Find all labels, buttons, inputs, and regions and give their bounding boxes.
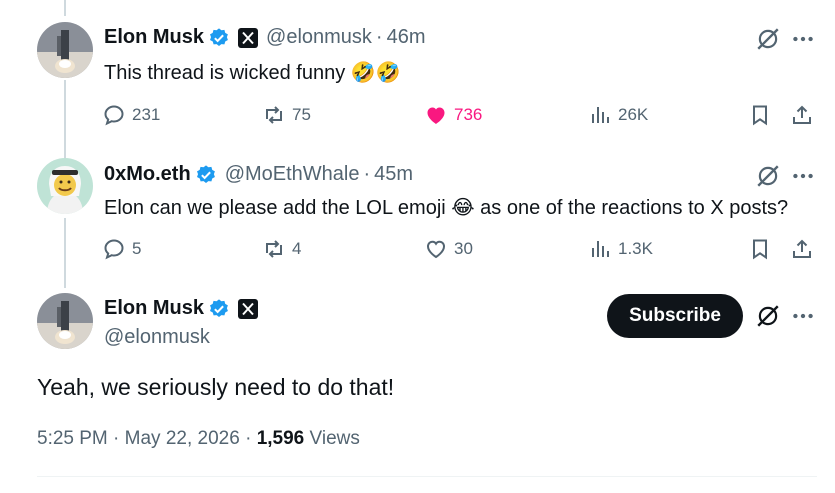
handle-row: @elonmusk [104,326,210,349]
heart-icon [426,240,446,259]
repost-button[interactable]: 4 [262,234,301,264]
grok-icon[interactable] [755,303,781,329]
views-count: 1,596 [256,428,305,449]
more-icon[interactable] [790,26,816,52]
tweet-header: 0xMo.eth @MoEthWhale · 45m [104,163,413,186]
views-button[interactable]: 26K [588,100,648,130]
separator-dot: · [113,428,125,449]
reply-icon [104,239,124,260]
tweet-header: Elon Musk @elonmusk · 46m [104,26,426,49]
tweet-meta: 5:25 PM · May 22, 2026 · 1,596 Views [37,428,360,450]
handle[interactable]: @elonmusk [104,326,210,349]
display-name[interactable]: Elon Musk [104,297,204,320]
subscribe-button[interactable]: Subscribe [607,294,743,338]
views-count: 26K [618,105,649,124]
views-label: Views [309,428,360,449]
like-button[interactable]: 736 [424,100,482,130]
repost-icon [266,240,282,258]
reply-button[interactable]: 231 [102,100,160,130]
more-icon[interactable] [790,163,816,189]
reply-count: 231 [132,105,161,124]
share-icon[interactable] [790,237,814,261]
share-icon[interactable] [790,103,814,127]
reply-button[interactable]: 5 [102,234,141,264]
grok-icon[interactable] [755,163,781,189]
thread-line-1 [64,80,66,158]
more-icon[interactable] [790,303,816,329]
tweet-text: Elon can we please add the LOL emoji 😂 a… [104,197,789,219]
verified-badge-icon [196,164,215,183]
handle[interactable]: @elonmusk [266,26,372,49]
x-affiliation-icon [238,27,259,48]
like-count: 736 [454,105,483,124]
grok-icon[interactable] [755,26,781,52]
tweet-header: Elon Musk [104,297,259,320]
reply-icon [104,105,124,126]
post-time[interactable]: 5:25 PM [37,428,108,449]
bookmark-icon[interactable] [748,237,772,261]
avatar[interactable] [37,22,93,78]
tweet-text: Yeah, we seriously need to do that! [37,374,395,400]
action-bar: 5 4 30 1.3K [102,234,822,264]
tweet-text: This thread is wicked funny 🤣🤣 [104,62,401,84]
timestamp[interactable]: 46m [387,26,426,49]
repost-count: 4 [292,239,302,258]
reply-count: 5 [132,239,142,258]
action-bar: 231 75 736 26K [102,100,822,130]
heart-filled-icon [427,107,445,124]
display-name[interactable]: Elon Musk [104,26,204,49]
views-icon [592,107,609,123]
timestamp[interactable]: 45m [374,163,413,186]
verified-badge-icon [210,298,228,317]
display-name[interactable]: 0xMo.eth [104,163,191,186]
repost-button[interactable]: 75 [262,100,311,130]
like-count: 30 [454,239,473,258]
bookmark-icon[interactable] [748,103,772,127]
views-count: 1.3K [618,239,653,258]
views-icon [592,241,609,257]
avatar[interactable] [37,158,93,214]
repost-icon [266,106,282,124]
thread-line-top [64,0,66,16]
separator-dot: · [375,26,383,48]
avatar[interactable] [37,293,93,349]
verified-badge-icon [210,27,228,46]
handle[interactable]: @MoEthWhale [225,163,360,186]
separator-dot: · [363,163,371,185]
like-button[interactable]: 30 [424,234,473,264]
thread-line-2 [64,218,66,288]
repost-count: 75 [292,105,311,124]
x-affiliation-icon [238,298,259,319]
separator-dot: · [245,428,257,449]
post-date[interactable]: May 22, 2026 [125,428,240,449]
divider [37,476,817,477]
views-button[interactable]: 1.3K [588,234,653,264]
